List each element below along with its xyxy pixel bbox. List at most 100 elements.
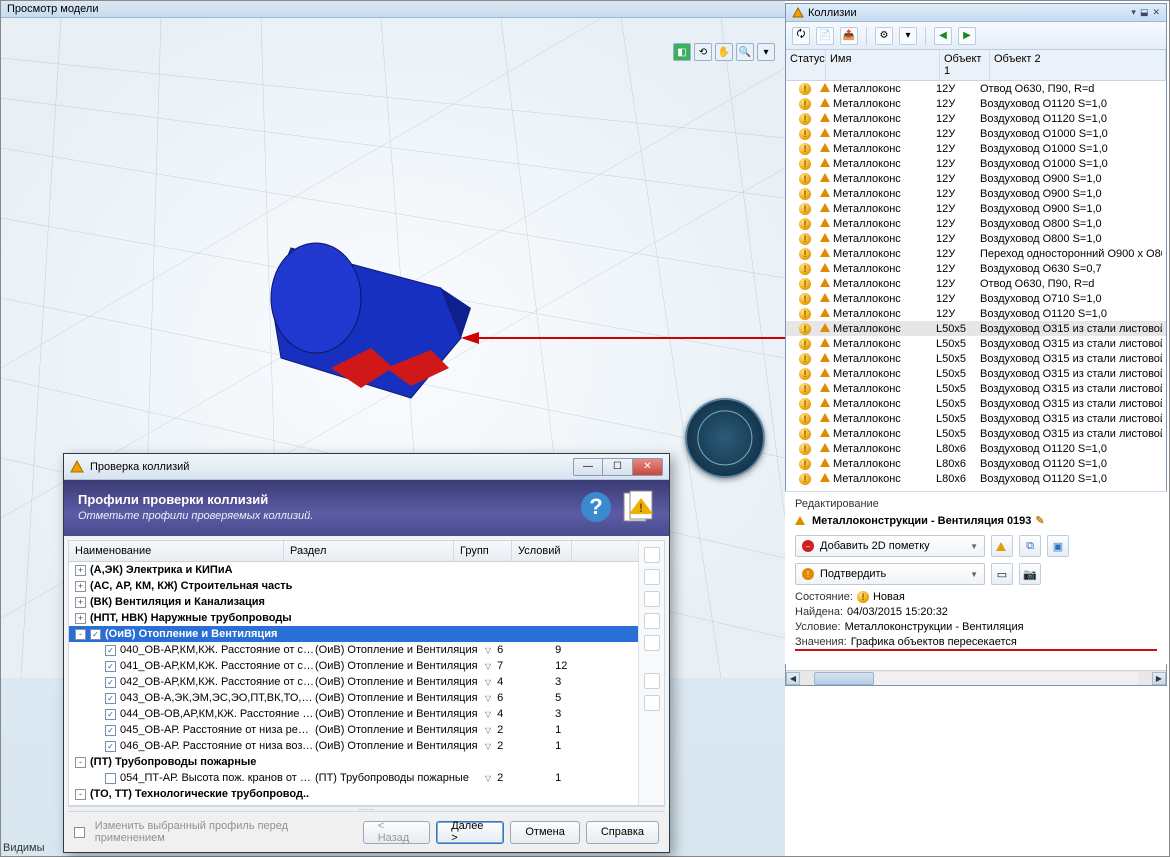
profile-row[interactable]: 043_ОВ-А,ЭК,ЭМ,ЭС,ЭО,ПТ,ВК,ТО,С..(ОиВ) О…: [69, 690, 638, 706]
minimize-button[interactable]: —: [573, 458, 603, 476]
collision-row[interactable]: !МеталлоконсL50x5Воздуховод О315 из стал…: [786, 336, 1166, 351]
panel-close-icon[interactable]: ✕: [1152, 7, 1160, 18]
prev-arrow-icon[interactable]: ◀: [934, 27, 952, 45]
report-icon[interactable]: 📄: [816, 27, 834, 45]
checkbox-icon[interactable]: [105, 725, 116, 736]
pan-icon[interactable]: ✋: [715, 43, 733, 61]
collision-row[interactable]: !Металлоконс12УПереход односторонний О90…: [786, 246, 1166, 261]
collision-row[interactable]: !Металлоконс12УВоздуховод О800 S=1,0: [786, 216, 1166, 231]
chevron-down-icon[interactable]: ▽: [485, 774, 491, 783]
profile-group[interactable]: -(ОиВ) Отопление и Вентиляция: [69, 626, 638, 642]
expand-icon[interactable]: -: [75, 789, 86, 800]
chevron-down-icon[interactable]: ▽: [485, 662, 491, 671]
checkbox-icon[interactable]: [105, 741, 116, 752]
collision-row[interactable]: !Металлоконс12УОтвод О630, П90, R=d: [786, 81, 1166, 96]
profiles-tree[interactable]: Наименование Раздел Групп Условий +(А,ЭК…: [69, 541, 638, 805]
collision-row[interactable]: !МеталлоконсL50x5Воздуховод О315 из стал…: [786, 381, 1166, 396]
collisions-hscroll[interactable]: ◀ ▶: [786, 670, 1166, 685]
navigation-compass[interactable]: [685, 398, 765, 478]
alert-button[interactable]: [991, 535, 1013, 557]
expand-icon[interactable]: -: [75, 757, 86, 768]
collision-row[interactable]: !МеталлоконсL50x5Воздуховод О315 из стал…: [786, 411, 1166, 426]
scroll-left-icon[interactable]: ◀: [786, 672, 800, 685]
expand-icon[interactable]: +: [75, 597, 86, 608]
help-icon[interactable]: ?: [579, 490, 613, 524]
expand-icon[interactable]: +: [75, 565, 86, 576]
si-delete-icon[interactable]: [644, 635, 660, 651]
profile-row[interactable]: 042_ОВ-АР,КМ,КЖ. Расстояние от сте..(ОиВ…: [69, 674, 638, 690]
chevron-down-icon[interactable]: ▽: [485, 678, 491, 687]
checkbox-icon[interactable]: [105, 645, 116, 656]
chevron-down-icon[interactable]: ▽: [485, 742, 491, 751]
profile-row[interactable]: 041_ОВ-АР,КМ,КЖ. Расстояние от сте..(ОиВ…: [69, 658, 638, 674]
checkbox-icon[interactable]: [105, 709, 116, 720]
dialog-titlebar[interactable]: Проверка коллизий — ☐ ✕: [64, 454, 669, 480]
th-name[interactable]: Наименование: [69, 541, 284, 561]
filter-icon[interactable]: ⚙: [875, 27, 893, 45]
si-copy-icon[interactable]: [644, 613, 660, 629]
checkbox-icon[interactable]: [105, 773, 116, 784]
collision-row[interactable]: !Металлоконс12УВоздуховод О900 S=1,0: [786, 201, 1166, 216]
edit-pencil-icon[interactable]: ✎: [1035, 514, 1044, 527]
checkbox-icon[interactable]: [105, 693, 116, 704]
next-button[interactable]: Далее >: [436, 821, 504, 844]
collision-row[interactable]: !Металлоконс12УВоздуховод О1120 S=1,0: [786, 111, 1166, 126]
collision-row[interactable]: !Металлоконс12УВоздуховод О1000 S=1,0: [786, 156, 1166, 171]
panel-menu-icon[interactable]: ▾: [1131, 7, 1136, 18]
chevron-down-icon[interactable]: ▽: [485, 710, 491, 719]
back-button[interactable]: < Назад: [363, 821, 431, 844]
col-name[interactable]: Имя: [826, 50, 940, 80]
th-cond[interactable]: Условий: [512, 541, 572, 561]
export-icon[interactable]: 📤: [840, 27, 858, 45]
collisions-panel-header[interactable]: Коллизии ▾ ⬓ ✕: [786, 4, 1166, 22]
chevron-down-icon[interactable]: ▽: [485, 726, 491, 735]
checkbox-icon[interactable]: [90, 629, 101, 640]
confirm-combo[interactable]: ! Подтвердить ▼: [795, 563, 985, 585]
help-button[interactable]: Справка: [586, 821, 659, 844]
expand-icon[interactable]: +: [75, 613, 86, 624]
refresh-icon[interactable]: 🗘: [792, 27, 810, 45]
profile-row[interactable]: 045_ОВ-АР. Расстояние от низа реше..(ОиВ…: [69, 722, 638, 738]
scroll-right-icon[interactable]: ▶: [1152, 672, 1166, 685]
si-search-icon[interactable]: [644, 547, 660, 563]
profile-group[interactable]: +(АС, АР, КМ, КЖ) Строительная часть: [69, 578, 638, 594]
modify-before-apply-check[interactable]: Изменить выбранный профиль перед примене…: [74, 820, 355, 844]
copy-button[interactable]: ⧉: [1019, 535, 1041, 557]
camera-button[interactable]: 📷: [1019, 563, 1041, 585]
panel-pin-icon[interactable]: ⬓: [1140, 7, 1149, 18]
document-button[interactable]: ▭: [991, 563, 1013, 585]
collision-row[interactable]: !Металлоконс12УВоздуховод О800 S=1,0: [786, 231, 1166, 246]
profile-row[interactable]: 044_ОВ-ОВ,АР,КМ,КЖ. Расстояние от..(ОиВ)…: [69, 706, 638, 722]
expand-icon[interactable]: +: [75, 581, 86, 592]
collision-row[interactable]: !Металлоконс12УВоздуховод О1000 S=1,0: [786, 126, 1166, 141]
add-2d-note-combo[interactable]: – Добавить 2D пометку ▼: [795, 535, 985, 557]
profile-row[interactable]: 054_ПТ-АР. Высота пож. кранов от по..(ПТ…: [69, 770, 638, 786]
collision-row[interactable]: !МеталлоконсL80x6Воздуховод О1120 S=1,0: [786, 456, 1166, 471]
th-group[interactable]: Групп: [454, 541, 512, 561]
checkbox-icon[interactable]: [105, 677, 116, 688]
orbit-icon[interactable]: ⟲: [694, 43, 712, 61]
next-arrow-icon[interactable]: ▶: [958, 27, 976, 45]
collision-row[interactable]: !МеталлоконсL50x5Воздуховод О315 из стал…: [786, 351, 1166, 366]
expand-icon[interactable]: -: [75, 629, 86, 640]
collision-row[interactable]: !МеталлоконсL50x5Воздуховод О315 из стал…: [786, 366, 1166, 381]
collision-row[interactable]: !МеталлоконсL80x6Воздуховод О1120 S=1,0: [786, 441, 1166, 456]
cancel-button[interactable]: Отмена: [510, 821, 579, 844]
si-folder-icon[interactable]: [644, 673, 660, 689]
th-section[interactable]: Раздел: [284, 541, 454, 561]
maximize-button[interactable]: ☐: [603, 458, 633, 476]
filter-dd-icon[interactable]: ▾: [899, 27, 917, 45]
collision-row[interactable]: !Металлоконс12УВоздуховод О900 S=1,0: [786, 186, 1166, 201]
col-obj2[interactable]: Объект 2: [990, 50, 1166, 80]
collision-row[interactable]: !МеталлоконсL50x5Воздуховод О315 из стал…: [786, 396, 1166, 411]
view-cube-icon[interactable]: ◧: [673, 43, 691, 61]
si-edit-icon[interactable]: [644, 591, 660, 607]
profile-row[interactable]: 015_ТО,ТТ-ГП. Расстояние между вер..(ТО,…: [69, 802, 638, 805]
collision-row[interactable]: !Металлоконс12УОтвод О630, П90, R=d: [786, 276, 1166, 291]
collision-row[interactable]: !МеталлоконсL80x6Воздуховод О1120 S=1,0: [786, 471, 1166, 486]
zoom-icon[interactable]: 🔍: [736, 43, 754, 61]
chevron-down-icon[interactable]: ▽: [485, 694, 491, 703]
profile-group[interactable]: +(А,ЭК) Электрика и КИПиА: [69, 562, 638, 578]
collision-row[interactable]: !Металлоконс12УВоздуховод О900 S=1,0: [786, 171, 1166, 186]
profile-group[interactable]: +(ВК) Вентиляция и Канализация: [69, 594, 638, 610]
